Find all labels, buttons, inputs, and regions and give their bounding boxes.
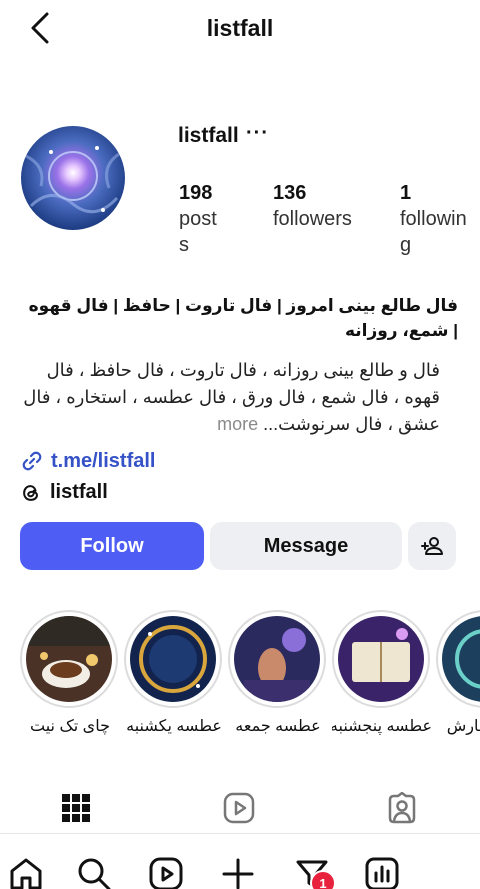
followers-count[interactable]: 136 followers — [273, 180, 353, 232]
followers-label: followers — [273, 208, 352, 230]
highlight-item[interactable]: عطسه جمعه — [228, 610, 328, 736]
add-user-icon — [421, 537, 443, 555]
bottom-navigation — [0, 838, 480, 889]
bio-text: فال و طالع بینی روزانه ، فال تاروت ، فال… — [20, 357, 440, 438]
nav-reels[interactable] — [146, 854, 186, 889]
nav-home[interactable] — [6, 854, 46, 889]
page-title: listfall — [206, 15, 274, 41]
content-tabs — [0, 782, 480, 834]
highlight-label: عطسه جمعه — [235, 718, 321, 735]
following-value: 1 — [400, 182, 412, 204]
follow-button[interactable]: Follow — [20, 522, 204, 570]
followers-value: 136 — [273, 182, 307, 204]
highlight-item[interactable]: ...استخارش — [436, 610, 480, 736]
highlight-item[interactable]: عطسه یکشنبه — [124, 610, 224, 736]
highlight-ring — [20, 610, 118, 708]
nav-create[interactable] — [218, 854, 258, 889]
highlight-ring — [436, 610, 480, 708]
following-count[interactable]: 1 following — [400, 180, 476, 258]
bio-title: فال طالع بینی امروز | فال تاروت | حافظ |… — [28, 296, 458, 340]
highlight-label: چای تک نیت — [30, 718, 110, 735]
reels-icon — [223, 792, 255, 824]
highlight-label: ...استخارش — [446, 718, 480, 735]
tab-reels[interactable] — [219, 788, 259, 828]
profile-link[interactable]: t.me/listfall — [20, 449, 155, 473]
grid-icon — [62, 794, 90, 822]
posts-value: 198 — [179, 182, 213, 204]
highlight-cover — [130, 616, 216, 702]
top-bar: listfall — [0, 0, 480, 60]
avatar[interactable] — [21, 126, 125, 230]
nav-search[interactable] — [74, 854, 114, 889]
story-highlights: چای تک نیت عطسه یکشنبه عطسه جمعه عطسه پن… — [0, 610, 480, 750]
highlight-cover — [442, 616, 480, 702]
highlight-label: عطسه یکشنبه — [126, 718, 222, 735]
home-icon — [10, 858, 42, 889]
threads-icon — [23, 484, 38, 501]
tab-tagged[interactable] — [382, 788, 422, 828]
threads-handle: listfall — [50, 481, 108, 503]
bar-chart-icon — [365, 857, 399, 889]
tab-posts-grid[interactable] — [56, 788, 96, 828]
highlight-ring — [124, 610, 222, 708]
highlight-cover — [234, 616, 320, 702]
highlight-ring — [332, 610, 430, 708]
more-options-button[interactable]: ··· — [246, 122, 269, 145]
highlight-item[interactable]: عطسه پنجشنبه — [332, 610, 432, 736]
nav-dashboard[interactable] — [362, 854, 402, 889]
plus-icon — [222, 858, 254, 889]
threads-link[interactable]: listfall — [20, 481, 108, 504]
posts-label: posts — [179, 208, 217, 256]
highlight-cover — [26, 616, 112, 702]
search-icon — [78, 858, 111, 889]
profile-link-text: t.me/listfall — [51, 449, 156, 472]
highlight-item[interactable]: چای تک نیت — [20, 610, 120, 736]
message-button[interactable]: Message — [210, 522, 402, 570]
suggest-users-button[interactable] — [408, 522, 456, 570]
link-icon — [22, 451, 42, 471]
highlight-label: عطسه پنجشنبه — [332, 718, 432, 735]
following-label: following — [400, 208, 467, 256]
bio-more-link[interactable]: more — [217, 414, 258, 434]
posts-count[interactable]: 198 posts — [179, 180, 223, 258]
tagged-person-icon — [388, 792, 416, 824]
notification-badge: 1 — [310, 870, 336, 889]
highlight-cover — [338, 616, 424, 702]
reels-icon — [149, 857, 183, 889]
profile-username: listfall — [178, 124, 239, 147]
highlight-ring — [228, 610, 326, 708]
